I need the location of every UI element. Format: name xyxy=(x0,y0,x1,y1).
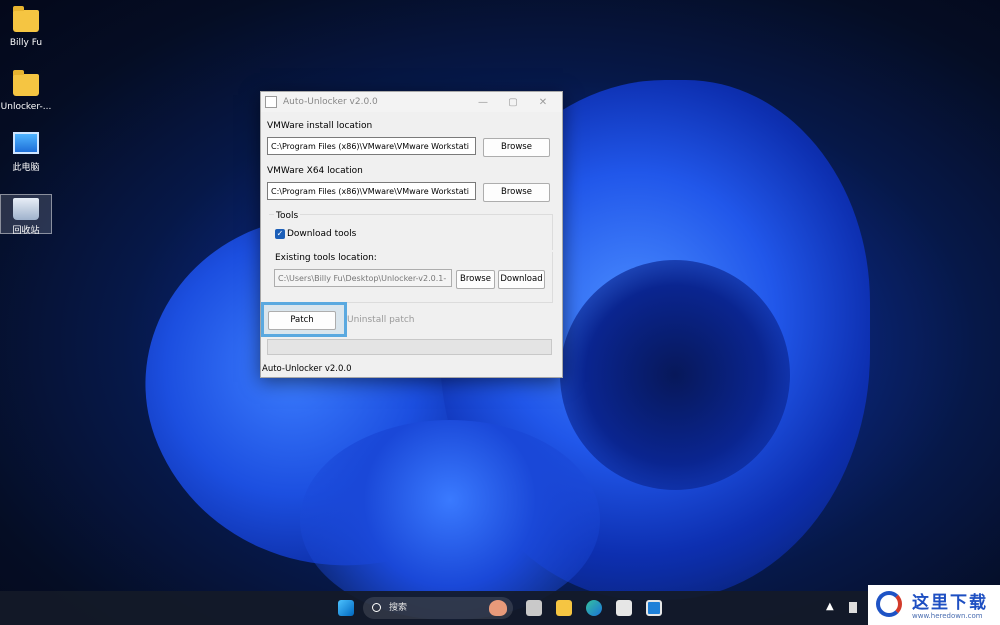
watermark-url: www.heredown.com xyxy=(912,612,983,620)
desktop-icon-unlocker[interactable]: Unlocker-... xyxy=(0,70,52,112)
desktop-icon-label: Billy Fu xyxy=(9,38,43,48)
download-tools-checkbox[interactable]: ✓ xyxy=(275,229,285,239)
chevron-up-icon[interactable]: ▲ xyxy=(826,601,834,612)
auto-unlocker-taskbar-icon[interactable] xyxy=(646,600,662,616)
start-icon[interactable] xyxy=(338,600,354,616)
close-button[interactable]: ✕ xyxy=(528,97,558,108)
folder-zip-icon xyxy=(13,70,39,96)
wallpaper-bloom-bottom xyxy=(300,420,600,620)
tools-group-label: Tools xyxy=(274,211,301,221)
folder-icon xyxy=(13,6,39,32)
existing-tools-field[interactable]: C:\Users\Billy Fu\Desktop\Unlocker-v2.0.… xyxy=(274,269,452,287)
wallpaper-bloom-center xyxy=(560,260,790,490)
taskbar: 搜索 ▲ xyxy=(0,591,1000,625)
edge-browser-icon[interactable] xyxy=(586,600,602,616)
search-highlight-icon xyxy=(489,600,507,616)
progress-bar xyxy=(267,339,552,355)
x64-location-label: VMWare X64 location xyxy=(267,166,363,176)
taskbar-search[interactable]: 搜索 xyxy=(363,597,513,619)
watermark-logo-icon xyxy=(876,591,902,617)
watermark-text: 这里下载 xyxy=(912,593,988,613)
install-location-label: VMWare install location xyxy=(267,121,373,131)
desktop-icon-label: 此电脑 xyxy=(12,163,40,173)
x64-browse-button[interactable]: Browse xyxy=(483,183,550,202)
recycle-bin-icon xyxy=(13,198,39,220)
store-icon[interactable] xyxy=(616,600,632,616)
download-button[interactable]: Download xyxy=(498,270,545,289)
download-tools-label: Download tools xyxy=(287,229,357,239)
tools-browse-button[interactable]: Browse xyxy=(456,270,495,289)
tray-icon[interactable] xyxy=(849,602,857,613)
desktop-icon-billy-fu[interactable]: Billy Fu xyxy=(0,6,52,48)
watermark: 这里下载 www.heredown.com xyxy=(868,585,1000,625)
file-explorer-icon[interactable] xyxy=(556,600,572,616)
window-title: Auto-Unlocker v2.0.0 xyxy=(283,97,378,107)
install-browse-button[interactable]: Browse xyxy=(483,138,550,157)
search-icon xyxy=(372,603,381,612)
task-view-icon[interactable] xyxy=(526,600,542,616)
minimize-button[interactable]: — xyxy=(468,97,498,108)
search-placeholder: 搜索 xyxy=(389,603,408,613)
status-bar: Auto-Unlocker v2.0.0 xyxy=(262,364,352,374)
desktop-icon-label: 回收站 xyxy=(12,226,40,236)
title-bar[interactable]: Auto-Unlocker v2.0.0 — ▢ ✕ xyxy=(261,92,562,112)
x64-location-field[interactable]: C:\Program Files (x86)\VMware\VMware Wor… xyxy=(267,182,476,200)
desktop-icon-label: Unlocker-... xyxy=(0,102,52,112)
uninstall-patch-button[interactable]: Uninstall patch xyxy=(347,315,415,325)
patch-button[interactable]: Patch xyxy=(268,311,336,330)
desktop-icon-recycle-bin[interactable]: 回收站 xyxy=(0,194,52,236)
desktop-icon-this-pc[interactable]: 此电脑 xyxy=(0,132,52,173)
existing-tools-label: Existing tools location: xyxy=(275,253,377,263)
auto-unlocker-window: Auto-Unlocker v2.0.0 — ▢ ✕ VMWare instal… xyxy=(260,91,563,378)
app-icon xyxy=(265,96,277,108)
maximize-button[interactable]: ▢ xyxy=(498,97,528,108)
install-location-field[interactable]: C:\Program Files (x86)\VMware\VMware Wor… xyxy=(267,137,476,155)
computer-icon xyxy=(13,132,39,154)
